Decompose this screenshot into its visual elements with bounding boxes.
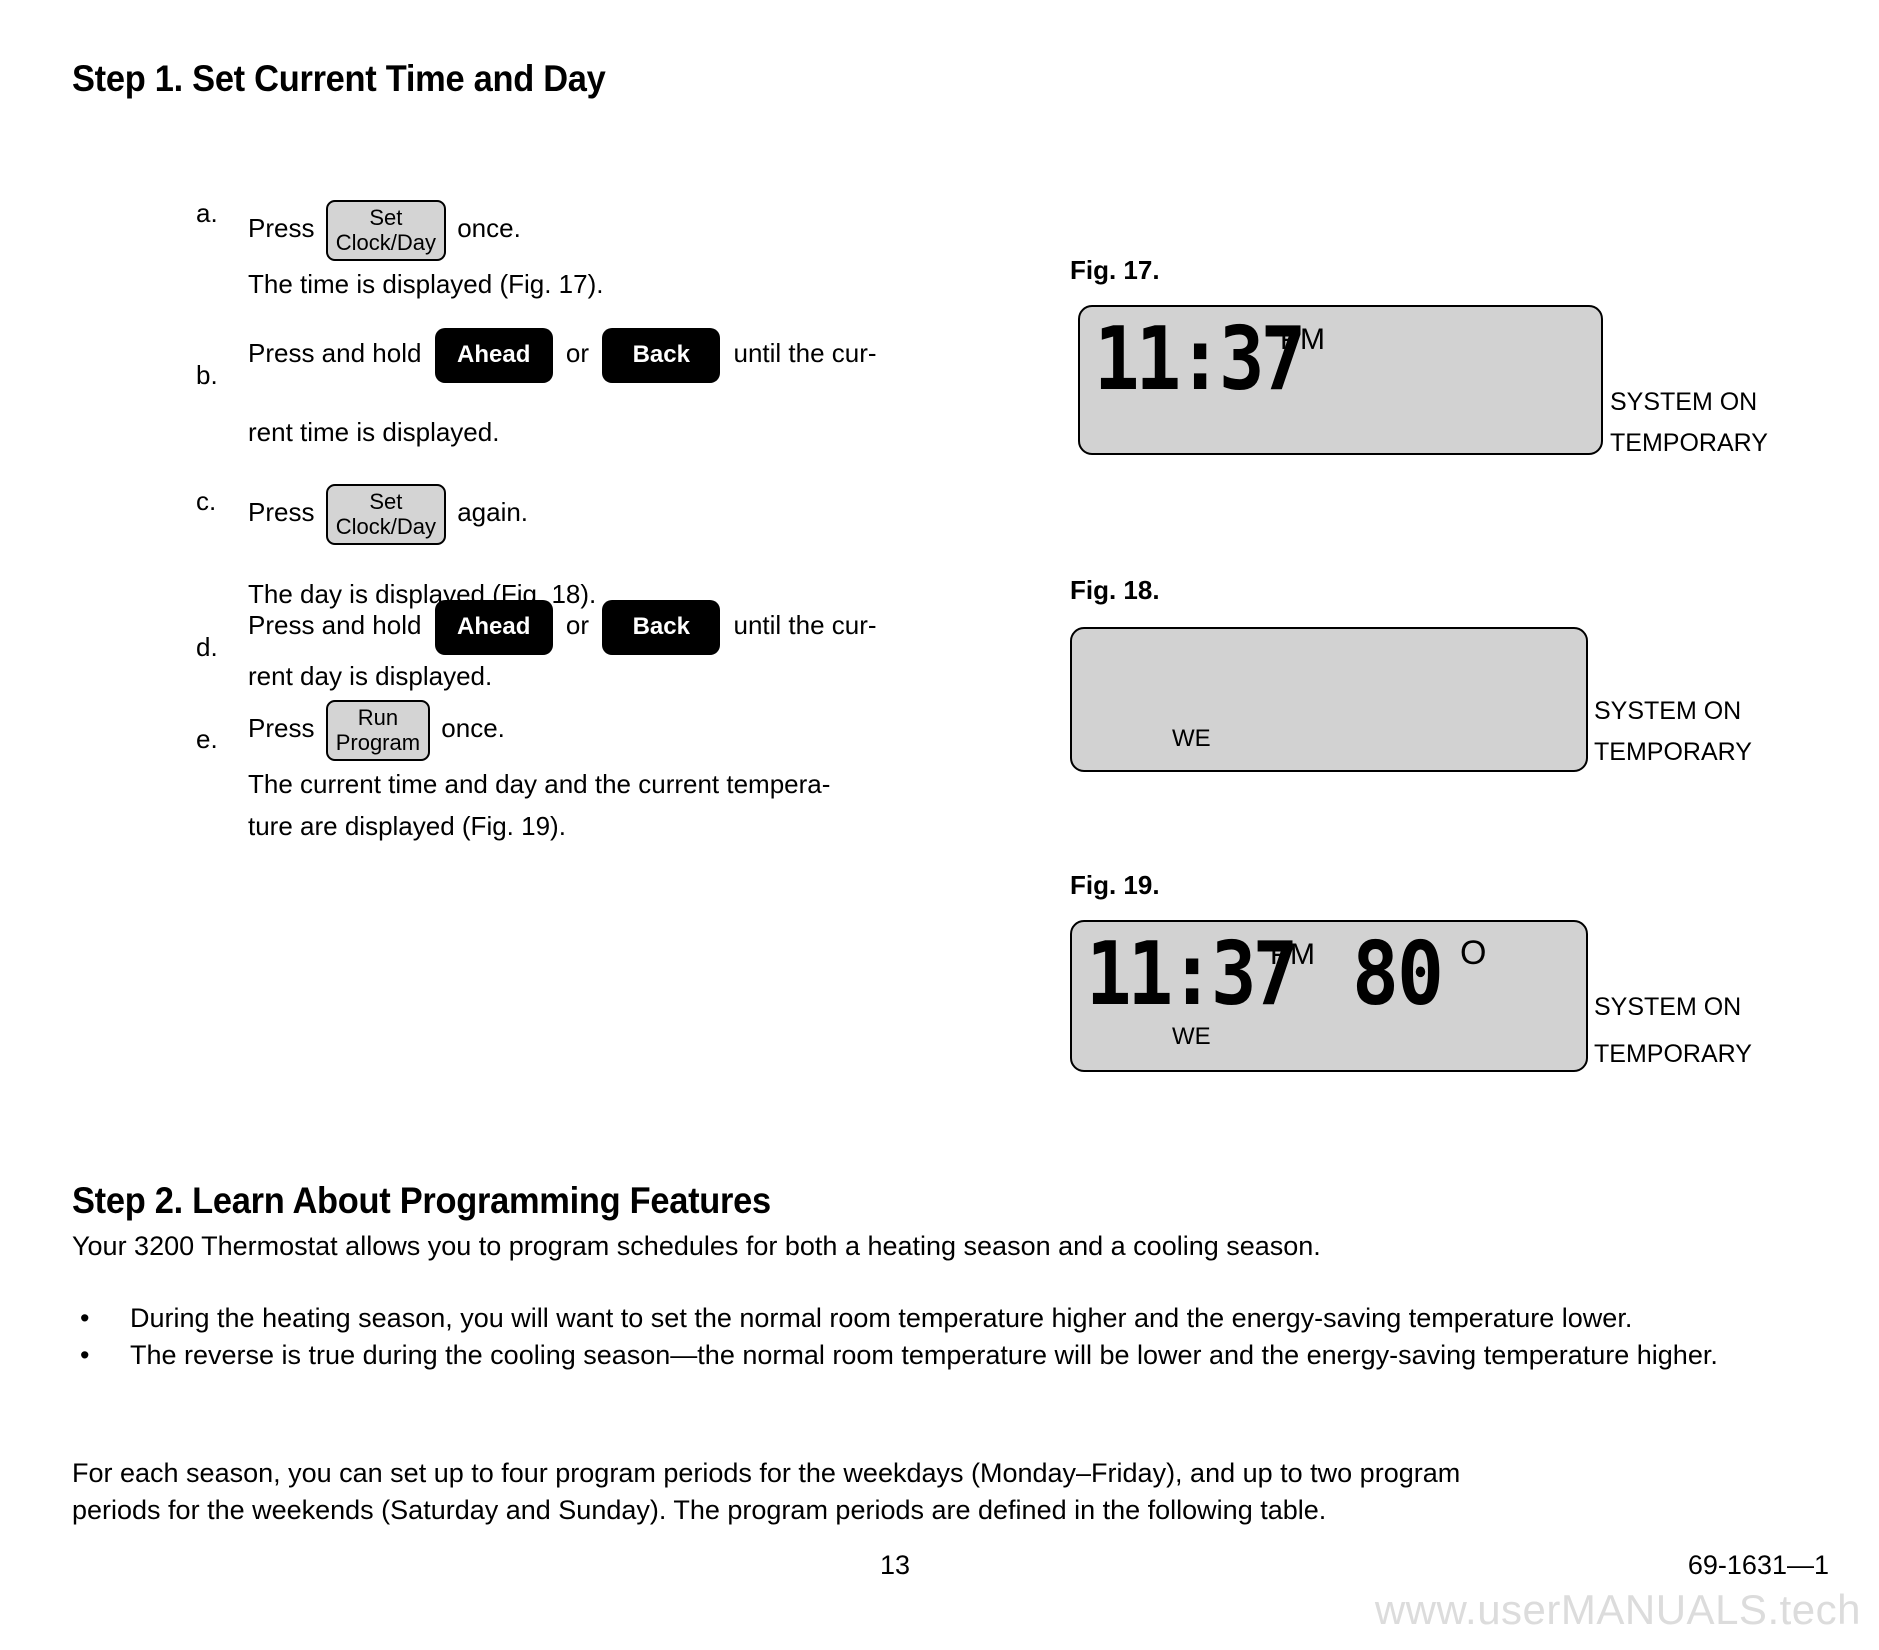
run-program-button-line1: Run [357, 705, 399, 730]
instruction-d-post-text: until the cur- [733, 610, 877, 641]
set-clock-day-button[interactable]: Set Clock/Day [325, 200, 446, 261]
page-title-step-2: Step 2. Learn About Programming Features [72, 1180, 771, 1221]
figure-17-status-temporary: TEMPORARY [1610, 429, 1768, 457]
figure-19-temperature-value: 80 [1352, 924, 1444, 1026]
figure-19-status-temporary: TEMPORARY [1594, 1040, 1752, 1068]
figure-19: Fig. 19. 11:37 PM 80 O WE SYSTEM ON TEMP… [1070, 870, 1870, 1110]
instruction-d-detail: rent day is displayed. [248, 661, 493, 691]
watermark: www.userMANUALS.tech [1374, 1586, 1861, 1633]
instruction-e-detail-line1: The current time and day and the current… [248, 769, 831, 799]
list-marker-d: d. [196, 632, 218, 662]
figure-18-lcd-display: WE [1070, 627, 1588, 772]
set-clock-day-button-c[interactable]: Set Clock/Day [325, 484, 446, 545]
figure-18-status-system-on: SYSTEM ON [1594, 697, 1742, 725]
list-marker-a: a. [196, 198, 218, 228]
back-button-d[interactable]: Back [602, 600, 721, 655]
step-2-closing-line-2: periods for the weekends (Saturday and S… [72, 1495, 1327, 1525]
run-program-button[interactable]: Run Program [325, 700, 431, 761]
bullet-text-1: During the heating season, you will want… [130, 1303, 1633, 1333]
figure-19-time-value: 11:37 [1086, 924, 1298, 1026]
figure-19-status-system-on: SYSTEM ON [1594, 993, 1742, 1021]
set-clock-day-button-c-line1: Set [369, 489, 403, 514]
list-marker-e: e. [196, 724, 218, 754]
instruction-b-post-text: until the cur- [733, 338, 877, 369]
list-marker-c: c. [196, 486, 217, 516]
list-item-a: a. Press Set Clock/Day once. The time is… [196, 200, 1056, 305]
footer-document-code: 69-1631—1 [1687, 1550, 1829, 1580]
instruction-e-detail-line2: ture are displayed (Fig. 19). [248, 811, 566, 841]
list-marker-b: b. [196, 360, 218, 390]
list-item-b: b. Press and hold Ahead or Back until th… [196, 328, 1076, 453]
figure-19-lcd-display: 11:37 PM 80 O WE [1070, 920, 1588, 1072]
instruction-d-conjunction: or [565, 610, 590, 641]
footer-page-number: 13 [880, 1550, 911, 1580]
ahead-button-d[interactable]: Ahead [434, 600, 553, 655]
instruction-a-detail: The time is displayed (Fig. 17). [248, 269, 604, 299]
figure-18-label: Fig. 18. [1070, 575, 1160, 605]
ahead-button-b[interactable]: Ahead [434, 328, 553, 383]
list-item-d: d. Press and hold Ahead or Back until th… [196, 600, 1076, 697]
instruction-e-pre-text: Press [248, 713, 315, 744]
figure-17-label: Fig. 17. [1070, 255, 1160, 285]
set-clock-day-button-c-line2: Clock/Day [335, 514, 436, 539]
figure-17-time-value: 11:37 [1094, 309, 1306, 411]
figure-19-day-value: WE [1172, 1023, 1211, 1050]
list-item-e: e. Press Run Program once. The current t… [196, 692, 1076, 847]
figure-17-lcd-display: 11:37 PM [1078, 305, 1603, 455]
instruction-b-pre-text: Press and hold [248, 338, 422, 369]
list-item: • During the heating season, you will wa… [72, 1300, 1842, 1337]
run-program-button-line2: Program [335, 730, 421, 755]
instruction-c-post-text: again. [457, 497, 529, 528]
degree-icon: O [1460, 934, 1487, 972]
instruction-d-pre-text: Press and hold [248, 610, 422, 641]
instruction-c-pre-text: Press [248, 497, 315, 528]
set-clock-day-button-line2: Clock/Day [335, 230, 436, 255]
back-button-b[interactable]: Back [602, 328, 721, 383]
instruction-a-post-text: once. [457, 213, 521, 244]
instruction-b-detail: rent time is displayed. [248, 417, 500, 447]
figure-17-ampm-value: PM [1280, 323, 1325, 356]
step-2-bullet-list: • During the heating season, you will wa… [72, 1300, 1842, 1374]
instruction-a-pre-text: Press [248, 213, 315, 244]
figure-17: Fig. 17. 11:37 PM SYSTEM ON TEMPORARY [1070, 255, 1870, 485]
figure-18-day-value: WE [1172, 725, 1211, 752]
figure-18: Fig. 18. WE SYSTEM ON TEMPORARY [1070, 575, 1870, 805]
list-item: • The reverse is true during the cooling… [72, 1337, 1842, 1374]
figure-18-status-temporary: TEMPORARY [1594, 738, 1752, 766]
figure-17-status-system-on: SYSTEM ON [1610, 388, 1758, 416]
figure-19-label: Fig. 19. [1070, 870, 1160, 900]
bullet-icon: • [80, 1303, 90, 1333]
figure-19-ampm-value: PM [1270, 938, 1315, 971]
set-clock-day-button-line1: Set [369, 205, 403, 230]
step-2-intro-paragraph: Your 3200 Thermostat allows you to progr… [72, 1231, 1321, 1261]
step-2-closing-line-1: For each season, you can set up to four … [72, 1458, 1461, 1488]
bullet-icon: • [80, 1340, 90, 1370]
instruction-b-conjunction: or [565, 338, 590, 369]
bullet-text-2: The reverse is true during the cooling s… [130, 1340, 1718, 1370]
page-title-step-1: Step 1. Set Current Time and Day [72, 58, 606, 99]
list-item-c: c. Press Set Clock/Day again. The day is… [196, 462, 1056, 615]
instruction-e-post-text: once. [441, 713, 505, 744]
